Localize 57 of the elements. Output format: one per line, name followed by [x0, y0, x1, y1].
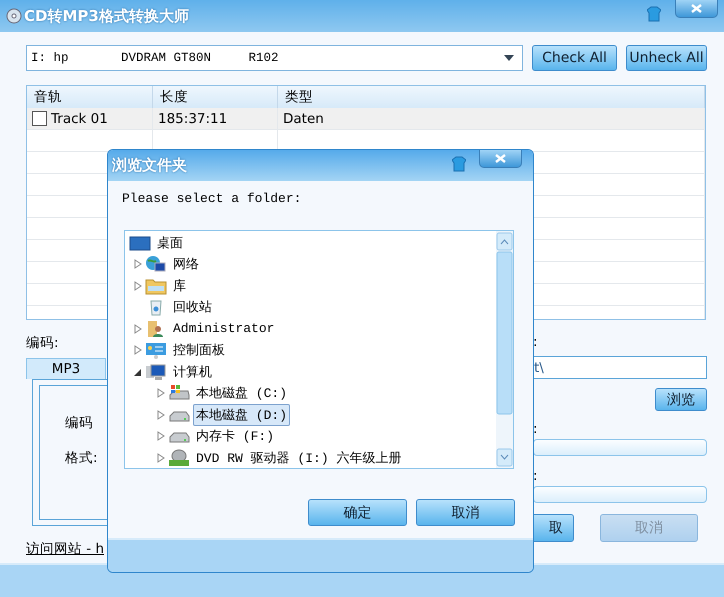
field-label: : — [533, 421, 538, 437]
dialog-prompt: Please select a folder: — [122, 191, 302, 206]
encoder-label: 编码: — [26, 334, 59, 352]
expand-arrow-icon[interactable] — [134, 280, 142, 291]
expand-arrow-icon[interactable] — [157, 431, 165, 442]
output-path-field[interactable]: t\ — [533, 356, 707, 379]
browse-button[interactable]: 浏览 — [655, 388, 707, 411]
desktop-icon — [129, 234, 151, 252]
computer-icon — [145, 362, 167, 381]
globe-icon — [145, 255, 167, 274]
tree-item[interactable]: 桌面 — [154, 232, 186, 254]
field-label: 编码 — [65, 414, 93, 432]
collapse-arrow-icon[interactable] — [134, 366, 142, 377]
drive-dropdown[interactable]: I: hp DVDRAM GT80N R102 — [26, 45, 523, 71]
tree-item[interactable]: 内存卡 (F:) — [193, 425, 278, 448]
tree-item[interactable]: 库 — [170, 274, 189, 297]
tree-item[interactable]: 计算机 — [170, 360, 215, 383]
close-icon — [495, 154, 506, 163]
close-icon — [691, 4, 702, 13]
shirt-icon[interactable] — [647, 6, 661, 22]
check-all-button[interactable]: Check All — [532, 45, 617, 71]
tree-item[interactable]: 本地磁盘 (D:) — [193, 404, 290, 426]
window-title: CD转MP3格式转换大师 — [24, 6, 189, 26]
tree-item[interactable]: 回收站 — [170, 296, 215, 318]
control-panel-icon — [145, 341, 167, 360]
expand-arrow-icon[interactable] — [134, 259, 142, 270]
drive-icon — [168, 384, 190, 402]
folder-icon — [145, 276, 167, 295]
ok-button[interactable]: 确定 — [308, 499, 407, 526]
tree-item[interactable]: 控制面板 — [170, 339, 228, 362]
expand-arrow-icon[interactable] — [157, 410, 165, 420]
field-label: : — [533, 334, 538, 350]
field-label: : — [533, 468, 538, 484]
uncheck-all-button[interactable]: Unheck All — [626, 45, 707, 71]
expand-arrow-icon[interactable] — [134, 324, 142, 334]
shirt-icon[interactable] — [452, 156, 466, 172]
dialog-title: 浏览文件夹 — [112, 156, 187, 175]
table-cell: Daten — [283, 110, 324, 126]
scrollbar[interactable] — [496, 231, 513, 468]
table-cell: Track 01 — [51, 110, 108, 126]
close-button[interactable] — [479, 150, 522, 168]
tree-item[interactable]: 网络 — [170, 253, 202, 276]
table-cell: 185:37:11 — [158, 110, 228, 126]
checkbox[interactable] — [32, 111, 47, 126]
dropdown-arrow-icon — [504, 55, 514, 61]
expand-arrow-icon[interactable] — [157, 452, 165, 463]
expand-arrow-icon[interactable] — [134, 345, 142, 356]
tree-item[interactable]: DVD RW 驱动器 (I:) 六年级上册 — [193, 446, 404, 468]
cancel-button[interactable]: 取消 — [416, 499, 515, 526]
expand-arrow-icon[interactable] — [157, 388, 165, 398]
close-button[interactable] — [675, 0, 718, 18]
field-label: 格式: — [65, 449, 98, 467]
format-tab[interactable]: MP3 — [26, 358, 106, 379]
cd-icon — [6, 8, 22, 24]
tree-item[interactable]: Administrator — [170, 319, 278, 338]
tree-item[interactable]: 本地磁盘 (C:) — [193, 382, 290, 404]
dvd-drive-icon — [168, 448, 190, 467]
